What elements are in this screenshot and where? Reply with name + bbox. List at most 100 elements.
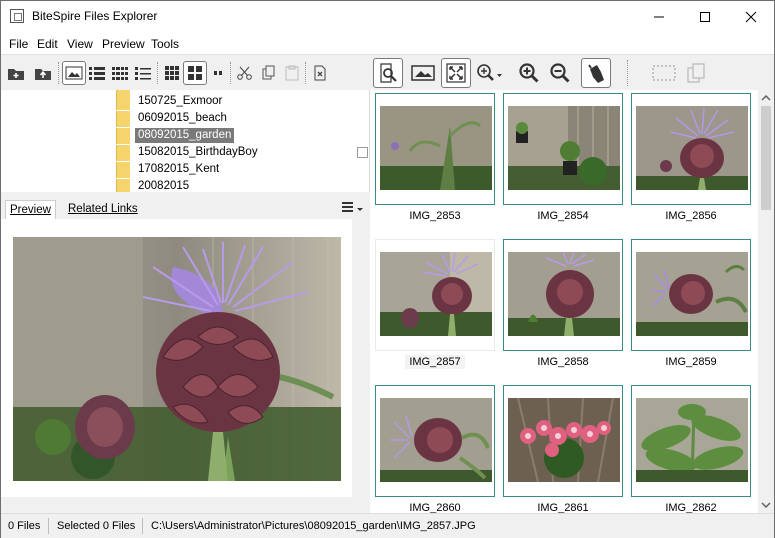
thumbnail-item[interactable]: IMG_2858: [503, 239, 623, 379]
thumbnail-image: [508, 252, 620, 336]
cut-button[interactable]: [233, 61, 257, 85]
maximize-button[interactable]: [682, 1, 728, 32]
tree-item[interactable]: 150725_Exmoor: [116, 93, 356, 110]
thumbnail-frame: [631, 239, 751, 351]
thumbnail-frame: [375, 239, 495, 351]
thumbnail-item-selected[interactable]: IMG_2857: [375, 239, 495, 379]
menu-bar: File Edit View Preview Tools: [1, 32, 774, 54]
image-view-icon: [65, 66, 83, 80]
copy-image-button[interactable]: [681, 58, 711, 88]
status-selected-count: Selected 0 Files: [57, 520, 136, 532]
view-columns-button[interactable]: [108, 61, 132, 85]
delete-button[interactable]: [308, 61, 332, 85]
view-list-button[interactable]: [131, 61, 155, 85]
vertical-splitter[interactable]: [352, 219, 370, 497]
thumbnail-label: IMG_2853: [409, 210, 461, 222]
view-large-grid-button[interactable]: [183, 61, 207, 85]
folder-up-button[interactable]: [31, 61, 55, 85]
document-search-icon: [380, 63, 397, 83]
menu-preview[interactable]: Preview: [102, 37, 145, 51]
tree-item-label: 08092015_garden: [135, 128, 235, 143]
thumbnail-label: IMG_2857: [375, 355, 495, 369]
slideshow-button[interactable]: [408, 58, 438, 88]
picture-frame-icon: [411, 65, 435, 81]
tree-item[interactable]: 20082015: [116, 178, 356, 192]
thumbnail-item[interactable]: IMG_2853: [375, 93, 495, 233]
scissors-icon: [237, 66, 252, 80]
thumbnail-item[interactable]: IMG_2856: [631, 93, 751, 233]
pan-tool-button[interactable]: [581, 58, 611, 88]
thumbnail-label: IMG_2854: [537, 210, 589, 222]
thumbnail-image: [380, 398, 492, 482]
app-window: BiteSpire Files Explorer File Edit View …: [0, 0, 775, 538]
close-button[interactable]: [728, 1, 774, 32]
view-thumbnails-button[interactable]: [62, 61, 86, 85]
thumbnail-image: [508, 106, 620, 190]
zoom-options-button[interactable]: [473, 58, 503, 88]
thumbnail-label: IMG_2860: [409, 502, 461, 513]
tree-checkbox[interactable]: [357, 147, 368, 158]
folder-icon: [116, 179, 130, 192]
copy-disabled-icon: [687, 63, 705, 83]
view-compact-button[interactable]: [206, 61, 230, 85]
close-icon: [745, 11, 757, 22]
tree-item-label: 150725_Exmoor: [138, 95, 223, 107]
copy-button[interactable]: [257, 61, 281, 85]
folder-icon: [116, 145, 130, 161]
zoom-in-button[interactable]: [514, 58, 544, 88]
thumbnail-item[interactable]: IMG_2862: [631, 385, 751, 513]
folder-up-icon: [35, 69, 51, 80]
tree-item[interactable]: 17082015_Kent: [116, 161, 356, 178]
status-bar: 0 Files Selected 0 Files C:\Users\Admini…: [1, 513, 774, 538]
hamburger-dropdown-icon: [342, 202, 363, 212]
window-title: BiteSpire Files Explorer: [32, 9, 158, 23]
menu-edit[interactable]: Edit: [37, 37, 58, 51]
delete-file-icon: [314, 65, 326, 81]
select-rectangle-button[interactable]: [649, 58, 679, 88]
thumbnail-image: [380, 106, 492, 190]
tab-preview[interactable]: Preview: [5, 200, 56, 219]
tab-menu-button[interactable]: [340, 200, 366, 216]
paste-button[interactable]: [280, 61, 304, 85]
scrollbar-thumb[interactable]: [761, 106, 771, 210]
maximize-icon: [700, 11, 710, 22]
thumbnail-item[interactable]: IMG_2859: [631, 239, 751, 379]
app-icon: [10, 9, 24, 23]
menu-tools[interactable]: Tools: [151, 37, 179, 51]
zoom-out-button[interactable]: [545, 58, 575, 88]
thumbnail-image: [508, 398, 620, 482]
tree-item[interactable]: 06092015_beach: [116, 110, 356, 127]
preview-zoom-button[interactable]: [373, 58, 403, 88]
thumbnail-frame: [503, 239, 623, 351]
list-icon: [135, 67, 151, 80]
status-file-count: 0 Files: [8, 520, 41, 532]
thumbnail-image: [636, 106, 748, 190]
tree-item[interactable]: 15082015_BirthdayBoy: [116, 144, 356, 161]
folder-icon: [116, 162, 130, 178]
menu-view[interactable]: View: [67, 37, 93, 51]
new-folder-button[interactable]: [4, 61, 28, 85]
vertical-scrollbar[interactable]: [758, 90, 774, 513]
scroll-up-icon: [761, 94, 771, 101]
minimize-button[interactable]: [636, 1, 682, 32]
fit-to-window-button[interactable]: [441, 58, 471, 88]
tree-item-selected[interactable]: 08092015_garden: [116, 127, 356, 144]
zoom-out-icon: [550, 63, 570, 83]
tree-item-label: 17082015_Kent: [138, 163, 220, 175]
thumbnail-item[interactable]: IMG_2854: [503, 93, 623, 233]
view-details-button[interactable]: [85, 61, 109, 85]
thumbnail-frame: [375, 93, 495, 205]
preview-pane: [1, 219, 352, 497]
thumbnail-item[interactable]: IMG_2861: [503, 385, 623, 513]
scroll-down-icon: [761, 502, 771, 509]
thumbnail-item[interactable]: IMG_2860: [375, 385, 495, 513]
hand-pointer-icon: [588, 64, 604, 83]
menu-file[interactable]: File: [9, 37, 28, 51]
details-list-icon: [89, 67, 105, 80]
view-small-grid-button[interactable]: [160, 61, 184, 85]
thumbnail-label: IMG_2859: [665, 356, 717, 368]
folder-icon: [116, 128, 130, 144]
zoom-dropdown-icon: [477, 64, 502, 81]
tab-related-links[interactable]: Related Links: [64, 200, 142, 219]
folder-icon: [116, 94, 130, 110]
